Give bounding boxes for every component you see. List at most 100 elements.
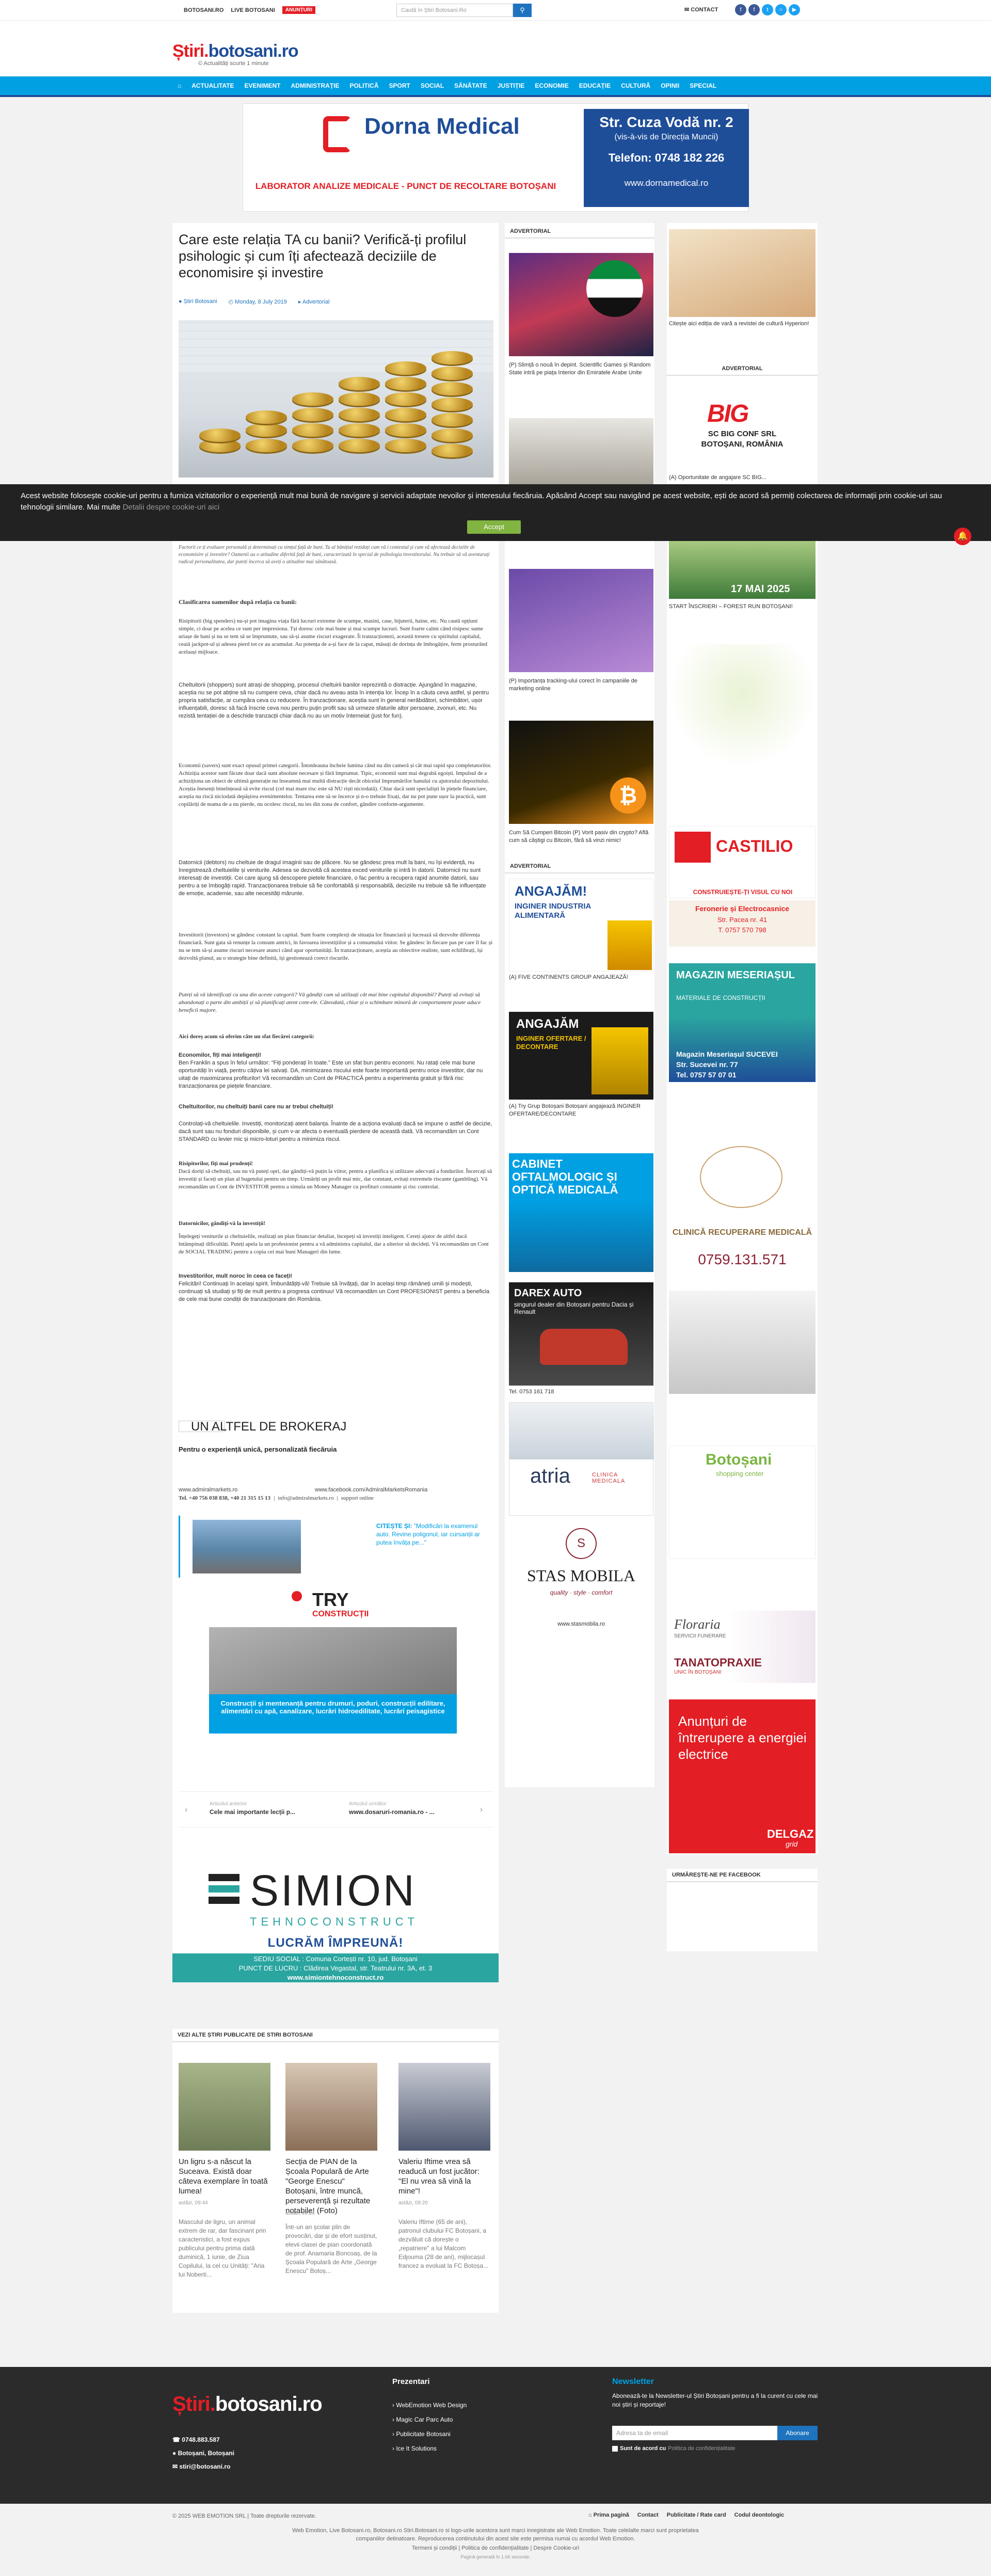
- atria-photo: [509, 1403, 654, 1459]
- nav-item[interactable]: ACTUALITATE: [186, 76, 239, 95]
- footer-pres-item[interactable]: › Publicitate Botosani: [392, 2427, 467, 2441]
- home-icon[interactable]: ⌂: [172, 76, 186, 95]
- footer-link[interactable]: Publicitate / Rate card: [667, 2512, 726, 2518]
- nav-item[interactable]: SPECIAL: [684, 76, 722, 95]
- legal-1: Web Emotion, Live Botosani.ro, Botosani.…: [292, 2527, 699, 2534]
- prev-title[interactable]: Cele mai importante lecții p...: [210, 1808, 295, 1816]
- footer-pres-item[interactable]: › Ice It Solutions: [392, 2441, 467, 2456]
- article-category[interactable]: ▸ Advertorial: [298, 298, 330, 305]
- meseriasul-ad[interactable]: MAGAZIN MESERIAȘUL MATERIALE DE CONSTRUC…: [669, 963, 816, 1082]
- search-input[interactable]: Caută în Știri Botosani.Ro: [396, 4, 513, 17]
- footer-email[interactable]: ✉ stiri@botosani.ro: [172, 2463, 230, 2470]
- cookie-details-link[interactable]: Detalii despre cookie-uri aici: [123, 503, 220, 512]
- prev-arrow-icon[interactable]: ‹: [185, 1805, 187, 1815]
- footer-link[interactable]: Codul deontologic: [734, 2512, 785, 2518]
- site-logo[interactable]: Știri.botosani.ro: [172, 41, 299, 61]
- oftalmo-ad[interactable]: CABINET OFTALMOLOGIC ȘI OPTICĂ MEDICALĂ: [509, 1153, 653, 1272]
- agree-checkbox[interactable]: [612, 2445, 618, 2452]
- race-caption[interactable]: START ÎNSCRIERI – FOREST RUN BOTOȘANI!: [669, 603, 816, 611]
- footer-pres-item[interactable]: › Magic Car Parc Auto: [392, 2412, 467, 2427]
- forest-run-ad[interactable]: 17 MAI 2025: [669, 541, 816, 599]
- search-button[interactable]: ⚲: [513, 4, 532, 17]
- nav-item[interactable]: ADMINISTRAȚIE: [285, 76, 344, 95]
- cookie-accept-button[interactable]: Accept: [467, 520, 521, 534]
- big-caption[interactable]: (A) Oportunitate de angajare SC BIG...: [669, 474, 816, 482]
- newsletter-email-input[interactable]: Adresa ta de email: [612, 2426, 777, 2440]
- nav-item[interactable]: SĂNĂTATE: [449, 76, 492, 95]
- ad-caption[interactable]: (P) Importanța tracking-ului corect în c…: [509, 677, 653, 693]
- nav-item[interactable]: POLITICĂ: [344, 76, 383, 95]
- ad-caption[interactable]: (A) FIVE CONTINENTS GROUP ANGAJEAZĂ!: [509, 974, 653, 981]
- floraria-ad[interactable]: Floraria SERVICII FUNERARE TANATOPRAXIE …: [669, 1611, 816, 1683]
- ad-caption[interactable]: (P) Slimță o nouă în depint. Scientific …: [509, 361, 653, 377]
- related-card[interactable]: Secția de PIAN de la Școala Populară de …: [285, 2063, 377, 2311]
- privacy-link[interactable]: Politica de confidențialitate: [668, 2445, 735, 2452]
- big-city: BOTOȘANI, ROMÂNIA: [701, 440, 784, 449]
- ad-thumb-casino[interactable]: [509, 253, 653, 356]
- salad-ad[interactable]: [669, 644, 816, 768]
- youtube-icon[interactable]: ▶: [789, 4, 800, 15]
- nav-item[interactable]: JUSTIȚIE: [492, 76, 530, 95]
- simion-ad[interactable]: SIMION TEHNOCONSTRUCT LUCRĂM ÎMPREUNĂ! S…: [172, 1858, 499, 1982]
- admiral-email[interactable]: info@admiralmarkets.ro: [278, 1495, 333, 1501]
- nav-item[interactable]: OPINII: [656, 76, 684, 95]
- paragraph-datornici: Datornicii (debtors) nu cheltuie de drag…: [179, 860, 486, 897]
- next-arrow-icon[interactable]: ›: [480, 1805, 483, 1815]
- admiral-web[interactable]: www.admiralmarkets.ro: [179, 1487, 237, 1493]
- nav-item[interactable]: SPORT: [383, 76, 415, 95]
- ad-caption[interactable]: Cum Să Cumperi Bitcoin (P) Vorit pasiv d…: [509, 829, 653, 845]
- newsletter-subscribe-button[interactable]: Abonare: [777, 2426, 818, 2440]
- top-link-botosani[interactable]: BOTOSANI.RO: [184, 7, 223, 13]
- flor-sub: SERVICII FUNERARE: [674, 1633, 726, 1639]
- ad-thumb-bitcoin[interactable]: ₿: [509, 721, 653, 824]
- dorna-banner[interactable]: Dorna Medical LABORATOR ANALIZE MEDICALE…: [243, 103, 749, 212]
- read-also-box[interactable]: CITEȘTE ȘI: "Modificări la examenul auto…: [179, 1516, 493, 1578]
- try-ad[interactable]: TRY CONSTRUCȚII Construcții și mentenanț…: [209, 1586, 457, 1746]
- ad-thumb-2[interactable]: [509, 418, 653, 484]
- simion-mark-icon: [209, 1874, 239, 1881]
- castilio-ad[interactable]: CASTILIO CONSTRUIEȘTE-ȚI VISUL CU NOI: [669, 826, 816, 898]
- footer-link[interactable]: ⌂ Prima pagină: [588, 2512, 629, 2518]
- contact-link[interactable]: ✉ CONTACT: [684, 6, 718, 13]
- admiral-support[interactable]: support online: [341, 1495, 374, 1501]
- atria-ad[interactable]: atria CLINICA MEDICALA: [509, 1402, 654, 1516]
- nav-item[interactable]: SOCIAL: [415, 76, 449, 95]
- mes-sub: MATERIALE DE CONSTRUCȚII: [676, 994, 765, 1001]
- related-card[interactable]: Un ligru s-a născut la Suceava. Există d…: [179, 2063, 270, 2311]
- notification-bell-icon[interactable]: 🔔: [954, 528, 971, 545]
- coin: [339, 377, 380, 390]
- footer-pres-item[interactable]: › WebEmotion Web Design: [392, 2398, 467, 2412]
- next-title[interactable]: www.dosaruri-romania.ro - ...: [349, 1808, 435, 1816]
- ad-thumb-marketing[interactable]: [509, 569, 653, 672]
- facebook-icon[interactable]: f: [735, 4, 746, 15]
- nav-item[interactable]: EVENIMENT: [239, 76, 285, 95]
- article-author[interactable]: ● Știri Botosani: [179, 298, 217, 305]
- hyperion-cover[interactable]: [669, 229, 816, 317]
- top-link-live[interactable]: LIVE BOTOSANI: [231, 7, 275, 13]
- related-card[interactable]: Valeriu Iftime vrea să readucă un fost j…: [398, 2063, 490, 2311]
- feronerie-ad[interactable]: Feronerie și Electrocasnice Str. Pacea n…: [669, 900, 816, 947]
- facebook-icon-2[interactable]: f: [748, 4, 760, 15]
- nav-item[interactable]: CULTURĂ: [616, 76, 656, 95]
- big-conf-ad[interactable]: BIG SC BIG CONF SRL BOTOȘANI, ROMÂNIA: [669, 400, 816, 456]
- instagram-icon[interactable]: ○: [775, 4, 787, 15]
- recuperare-ad[interactable]: CLINICĂ RECUPERARE MEDICALĂ 0759.131.571: [669, 1141, 816, 1275]
- mall-ad[interactable]: Botoșani shopping center: [669, 1445, 816, 1559]
- job-ad-try[interactable]: ANGAJĂM INGINER OFERTARE / DECONTARE: [509, 1012, 653, 1100]
- nav-item[interactable]: ECONOMIE: [530, 76, 573, 95]
- stas-ad[interactable]: S STAS MOBILA quality · style · comfort …: [509, 1523, 653, 1631]
- nav-item[interactable]: EDUCAȚIE: [574, 76, 616, 95]
- delgaz-ad[interactable]: Anunțuri de întrerupere a energiei elect…: [669, 1699, 816, 1853]
- funerar-ad[interactable]: [669, 1291, 816, 1394]
- admiral-fb[interactable]: www.facebook.com/AdmiralMarketsRomania: [315, 1487, 427, 1493]
- top-link-anunturi[interactable]: ANUNȚURI: [282, 6, 316, 14]
- legal-3[interactable]: Termeni și condiții | Politica de confid…: [0, 2545, 991, 2551]
- footer-logo[interactable]: Știri.botosani.ro: [172, 2393, 323, 2416]
- darex-ad[interactable]: DAREX AUTO singurul dealer din Botoșani …: [509, 1282, 653, 1386]
- job-ad-five-continents[interactable]: ANGAJĂM! INGINER INDUSTRIA ALIMENTARĂ: [509, 879, 653, 972]
- twitter-icon[interactable]: t: [762, 4, 773, 15]
- hyperion-caption[interactable]: Citește aici ediția de vară a revistei d…: [669, 320, 816, 328]
- simion-web: www.simiontehnoconstruct.ro: [287, 1974, 384, 1981]
- ad-caption[interactable]: (A) Try Grup Botoșani Botoșani angajează…: [509, 1103, 653, 1118]
- footer-link[interactable]: Contact: [637, 2512, 659, 2518]
